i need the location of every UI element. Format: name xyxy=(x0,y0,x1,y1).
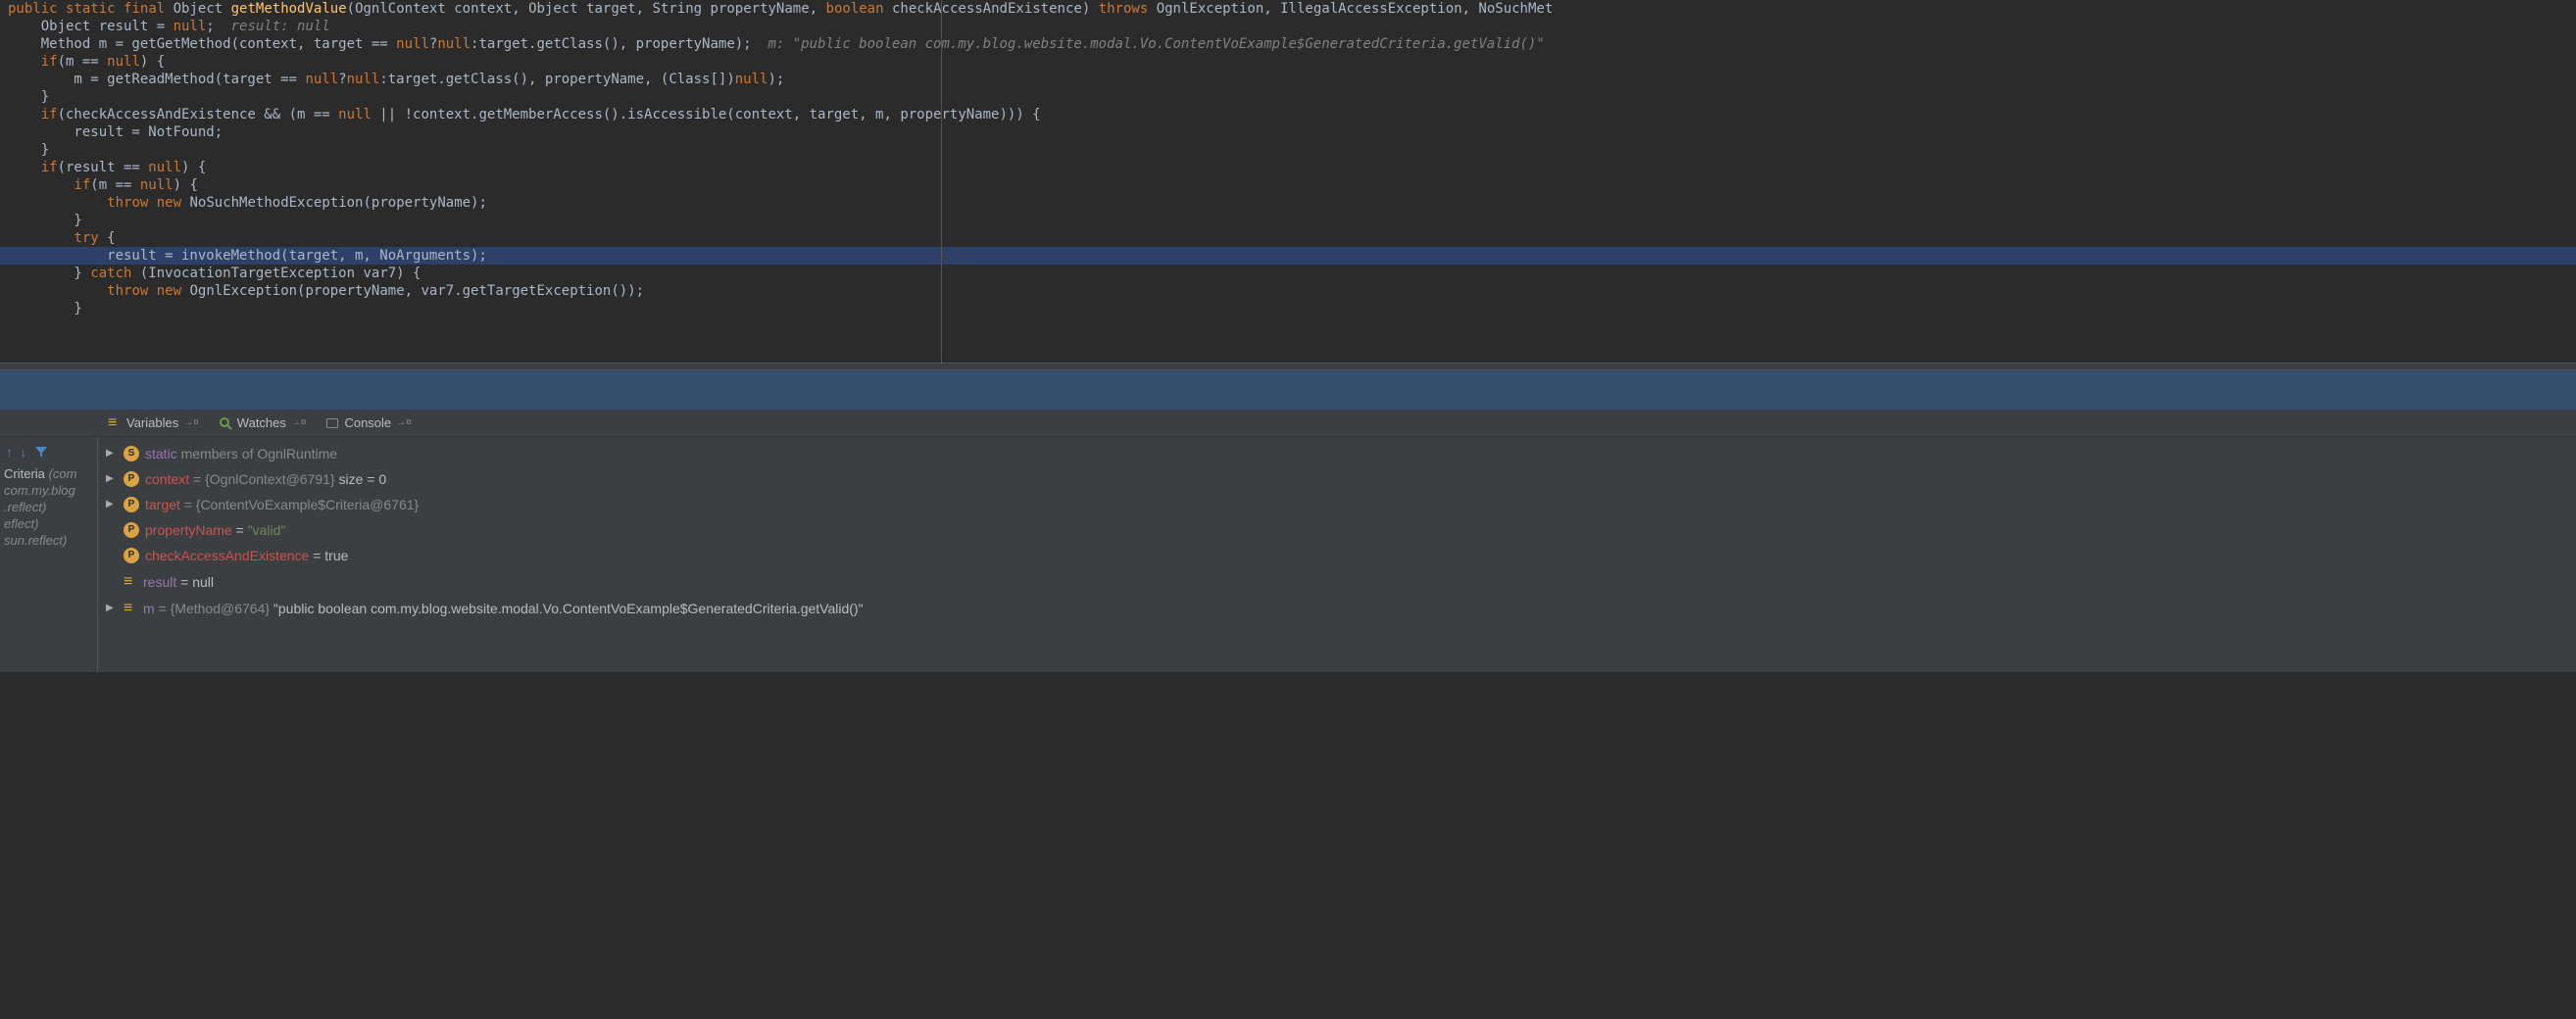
frame-up-icon[interactable]: ↑ xyxy=(6,445,13,461)
param-badge-icon: P xyxy=(124,548,139,563)
code-line: try { xyxy=(0,229,2576,247)
param-badge-icon: P xyxy=(124,522,139,538)
code-line: } xyxy=(0,300,2576,317)
code-line: result = NotFound; xyxy=(0,123,2576,141)
tab-label: Variables xyxy=(126,415,178,430)
var-row-result[interactable]: result = null xyxy=(98,568,2576,595)
code-line: Object result = null; result: null xyxy=(0,18,2576,35)
var-name: propertyName xyxy=(145,522,232,538)
code-line: public static final Object getMethodValu… xyxy=(0,0,2576,18)
code-line: } catch (InvocationTargetException var7)… xyxy=(0,265,2576,282)
frame-filter-icon[interactable] xyxy=(34,445,48,461)
var-value: = {OgnlContext@6791} xyxy=(189,471,334,487)
var-value: "valid" xyxy=(248,522,286,538)
right-margin-ruler xyxy=(941,0,942,363)
tab-console[interactable]: Console →¤ xyxy=(316,412,421,434)
variables-pane[interactable]: ▶ S static members of OgnlRuntime ▶ P co… xyxy=(98,437,2576,672)
var-extra: size = 0 xyxy=(335,471,387,487)
expand-icon[interactable]: ▶ xyxy=(106,468,118,490)
code-line: throw new OgnlException(propertyName, va… xyxy=(0,282,2576,300)
code-line: if(checkAccessAndExistence && (m == null… xyxy=(0,106,2576,123)
debug-toolbar-area xyxy=(0,370,2576,410)
pin-icon: →¤ xyxy=(291,417,307,428)
code-line: if(result == null) { xyxy=(0,159,2576,176)
code-line: throw new NoSuchMethodException(property… xyxy=(0,194,2576,212)
code-line: } xyxy=(0,141,2576,159)
var-name: target xyxy=(145,497,180,512)
frame-item[interactable]: .reflect) xyxy=(0,499,97,515)
pin-icon: →¤ xyxy=(396,417,412,428)
code-line: m = getReadMethod(target == null?null:ta… xyxy=(0,71,2576,88)
code-line-execution-point: result = invokeMethod(target, m, NoArgum… xyxy=(0,247,2576,265)
console-icon xyxy=(325,416,339,430)
debug-pane: ↑ ↓ Criteria (com com.my.blog .reflect) … xyxy=(0,437,2576,672)
var-row-context[interactable]: ▶ P context = {OgnlContext@6791} size = … xyxy=(98,466,2576,492)
var-string: "public boolean com.my.blog.website.moda… xyxy=(273,601,864,616)
code-line: if(m == null) { xyxy=(0,53,2576,71)
tab-variables[interactable]: Variables →¤ xyxy=(98,411,209,436)
static-badge-icon: S xyxy=(124,446,139,461)
var-name: static xyxy=(145,446,177,461)
frames-pane[interactable]: ↑ ↓ Criteria (com com.my.blog .reflect) … xyxy=(0,437,98,672)
frame-item[interactable]: sun.reflect) xyxy=(0,532,97,549)
code-line: Method m = getGetMethod(context, target … xyxy=(0,35,2576,53)
code-line: } xyxy=(0,88,2576,106)
var-row-target[interactable]: ▶ P target = {ContentVoExample$Criteria@… xyxy=(98,492,2576,517)
pane-splitter[interactable] xyxy=(0,363,2576,370)
var-value: = {Method@6764} xyxy=(155,601,273,616)
tab-watches[interactable]: Watches →¤ xyxy=(209,412,317,434)
pin-icon: →¤ xyxy=(183,417,199,428)
watches-icon xyxy=(219,416,232,430)
var-value: members of OgnlRuntime xyxy=(177,446,337,461)
var-row-checkaccess[interactable]: P checkAccessAndExistence = true xyxy=(98,543,2576,568)
code-editor[interactable]: public static final Object getMethodValu… xyxy=(0,0,2576,363)
frame-item[interactable]: com.my.blog xyxy=(0,482,97,499)
expand-icon[interactable]: ▶ xyxy=(106,598,118,619)
code-line: if(m == null) { xyxy=(0,176,2576,194)
var-row-static[interactable]: ▶ S static members of OgnlRuntime xyxy=(98,441,2576,466)
param-badge-icon: P xyxy=(124,497,139,512)
param-badge-icon: P xyxy=(124,471,139,487)
var-name: checkAccessAndExistence xyxy=(145,548,309,563)
var-row-propertyname[interactable]: P propertyName = "valid" xyxy=(98,517,2576,543)
tab-label: Watches xyxy=(237,415,286,430)
frame-item[interactable]: eflect) xyxy=(0,515,97,532)
var-eq: = xyxy=(232,522,248,538)
frames-toolbar: ↑ ↓ xyxy=(0,441,97,465)
variables-icon xyxy=(108,414,122,432)
var-name: m xyxy=(143,601,155,616)
var-value: = {ContentVoExample$Criteria@6761} xyxy=(180,497,419,512)
var-value: = null xyxy=(176,574,214,590)
code-line: } xyxy=(0,212,2576,229)
local-var-icon xyxy=(124,597,137,619)
frame-down-icon[interactable]: ↓ xyxy=(21,445,27,461)
expand-icon[interactable]: ▶ xyxy=(106,443,118,464)
var-row-m[interactable]: ▶ m = {Method@6764} "public boolean com.… xyxy=(98,595,2576,621)
frame-item[interactable]: Criteria (com xyxy=(0,465,97,482)
expand-icon[interactable]: ▶ xyxy=(106,494,118,515)
debug-tabs: Variables →¤ Watches →¤ Console →¤ xyxy=(0,410,2576,437)
var-value: = true xyxy=(309,548,348,563)
var-name: context xyxy=(145,471,189,487)
var-name: result xyxy=(143,574,176,590)
tab-label: Console xyxy=(344,415,391,430)
local-var-icon xyxy=(124,570,137,593)
